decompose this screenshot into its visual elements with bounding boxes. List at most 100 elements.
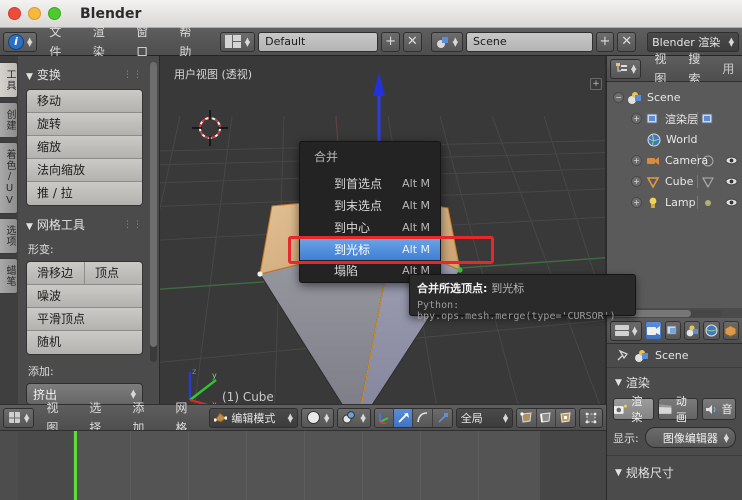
viewport-corner-widget[interactable]: + bbox=[590, 78, 602, 90]
tab-shading-uv[interactable]: 着色/UV bbox=[0, 142, 18, 214]
menu-item-merge-at-last[interactable]: 到末选点 Alt M bbox=[300, 194, 440, 216]
tool-shelf-tabs: 工具 创建 着色/UV 选项 蜡笔 bbox=[0, 56, 18, 430]
render-animation-button[interactable]: 动画 bbox=[657, 395, 698, 424]
tool-shelf-scrollbar[interactable] bbox=[150, 62, 157, 362]
delete-scene-button[interactable]: ✕ bbox=[617, 31, 637, 52]
tool-vertex-slide[interactable]: 顶点 bbox=[85, 262, 142, 284]
display-mode-dropdown[interactable]: 图像编辑器 ▲ ▼ bbox=[644, 427, 736, 448]
expand-icon[interactable]: + bbox=[631, 176, 642, 187]
pivot-point-dropdown[interactable]: ▲ ▼ bbox=[337, 407, 371, 428]
transform-manip-icon[interactable] bbox=[374, 408, 395, 427]
scale-manip-icon[interactable] bbox=[432, 408, 452, 427]
timeline-left-gutter bbox=[0, 431, 18, 500]
scene-name-field[interactable]: Scene bbox=[466, 31, 593, 52]
highlight-annotation-box bbox=[288, 236, 494, 264]
panel-header-transform[interactable]: ▼ 变换 ⋮⋮ bbox=[26, 66, 143, 83]
screen-layout-name[interactable]: Default bbox=[258, 31, 379, 52]
tool-edge-slide[interactable]: 滑移边 bbox=[27, 262, 85, 284]
tool-smooth-vertex[interactable]: 平滑顶点 bbox=[27, 308, 142, 331]
outliner-row-scene[interactable]: − Scene bbox=[607, 87, 742, 108]
eye-icon[interactable] bbox=[725, 154, 738, 167]
outliner-row-camera[interactable]: + Camera bbox=[607, 150, 742, 171]
outliner-row-renderlayers[interactable]: + 渲染层 bbox=[607, 108, 742, 129]
tool-scale[interactable]: 缩放 bbox=[27, 136, 142, 159]
speaker-icon bbox=[705, 404, 715, 414]
limit-selection-toggle[interactable] bbox=[578, 407, 603, 428]
divider bbox=[607, 455, 742, 456]
menu-item-merge-at-center[interactable]: 到中心 Alt M bbox=[300, 216, 440, 238]
editor-type-selector-view3d[interactable]: ▲ ▼ bbox=[3, 407, 35, 428]
properties-section-dimensions[interactable]: ▼ 规格尺寸 bbox=[607, 458, 742, 486]
renderlayer-icon[interactable] bbox=[701, 112, 715, 126]
outliner-row-lamp[interactable]: + Lamp bbox=[607, 192, 742, 213]
mesh-data-icon[interactable] bbox=[701, 175, 715, 189]
chevron-updown-icon: ▲ ▼ bbox=[27, 35, 33, 48]
tooltip-title: 合并所选顶点: 到光标 bbox=[417, 280, 628, 296]
camera-data-icon[interactable] bbox=[701, 154, 715, 168]
menu-item-label: 到末选点 bbox=[334, 198, 383, 213]
properties-section-render[interactable]: ▼ 渲染 bbox=[607, 368, 742, 396]
label-deform: 形变: bbox=[28, 243, 54, 256]
editor-type-selector-outliner[interactable]: ▲ ▼ bbox=[610, 58, 642, 79]
editor-type-selector-info[interactable]: i ▲ ▼ bbox=[3, 31, 38, 52]
world-tab[interactable] bbox=[703, 321, 720, 340]
tool-randomize[interactable]: 随机 bbox=[27, 331, 142, 354]
tab-tools[interactable]: 工具 bbox=[0, 62, 18, 98]
translate-manip-icon[interactable] bbox=[394, 408, 414, 427]
tab-options[interactable]: 选项 bbox=[0, 218, 18, 254]
mesh-deform-button-group: 滑移边 顶点 噪波 平滑顶点 随机 bbox=[26, 261, 143, 355]
scene-datablock-selector[interactable]: ▲ ▼ bbox=[430, 31, 464, 52]
tab-grease-pencil[interactable]: 蜡笔 bbox=[0, 258, 18, 294]
rotate-manip-icon[interactable] bbox=[413, 408, 433, 427]
add-screen-layout-button[interactable]: + bbox=[381, 31, 400, 52]
window-maximize-button[interactable] bbox=[48, 7, 61, 20]
timeline-editor[interactable] bbox=[0, 430, 606, 500]
render-tab[interactable] bbox=[645, 321, 662, 340]
object-tab[interactable] bbox=[722, 321, 740, 340]
panel-header-mesh-tools[interactable]: ▼ 网格工具 ⋮⋮ bbox=[26, 216, 143, 233]
renderlayers-tab[interactable] bbox=[664, 321, 682, 340]
collapse-icon[interactable]: − bbox=[613, 92, 624, 103]
timeline-playhead[interactable] bbox=[74, 431, 77, 500]
outliner-row-world[interactable]: World bbox=[607, 129, 742, 150]
interaction-mode-dropdown[interactable]: 编辑模式 ▲ ▼ bbox=[209, 407, 299, 428]
limit-selection-icon bbox=[585, 412, 597, 423]
tool-edge-slide-vertex-row: 滑移边 顶点 bbox=[27, 262, 142, 285]
expand-icon[interactable]: + bbox=[631, 197, 642, 208]
expand-icon[interactable]: + bbox=[631, 155, 642, 166]
window-close-button[interactable] bbox=[8, 7, 21, 20]
menu-item-merge-at-first[interactable]: 到首选点 Alt M bbox=[300, 172, 440, 194]
menu-item-label: 到中心 bbox=[334, 220, 371, 235]
vertex-select-icon[interactable] bbox=[517, 408, 537, 427]
panel-grip-icon: ⋮⋮ bbox=[123, 219, 143, 230]
tool-shrink-fatten[interactable]: 法向缩放 bbox=[27, 159, 142, 182]
outliner-menu-extra[interactable]: 用 bbox=[713, 59, 742, 79]
screen-layout-selector[interactable]: ▲ ▼ bbox=[219, 31, 256, 52]
scene-tab[interactable] bbox=[684, 321, 701, 340]
tool-noise[interactable]: 噪波 bbox=[27, 285, 142, 308]
render-image-button[interactable]: 渲染 bbox=[613, 395, 654, 424]
pin-icon[interactable] bbox=[615, 349, 629, 363]
tool-push-pull[interactable]: 推 / 拉 bbox=[27, 182, 142, 205]
render-engine-label: Blender 渲染 bbox=[652, 35, 721, 49]
transform-orientation-dropdown[interactable]: 全局 ▲ ▼ bbox=[455, 407, 514, 428]
expand-icon[interactable]: + bbox=[631, 113, 642, 124]
editor-type-selector-properties[interactable]: ▲ ▼ bbox=[610, 320, 643, 341]
tab-create[interactable]: 创建 bbox=[0, 102, 18, 138]
add-scene-button[interactable]: + bbox=[595, 31, 615, 52]
window-minimize-button[interactable] bbox=[28, 7, 41, 20]
eye-icon[interactable] bbox=[725, 196, 738, 209]
tool-translate[interactable]: 移动 bbox=[27, 90, 142, 113]
eye-icon[interactable] bbox=[725, 175, 738, 188]
face-select-icon[interactable] bbox=[555, 408, 575, 427]
outliner-row-cube[interactable]: + Cube bbox=[607, 171, 742, 192]
edge-select-icon[interactable] bbox=[536, 408, 556, 427]
delete-screen-layout-button[interactable]: ✕ bbox=[402, 31, 422, 52]
tool-shelf: 工具 创建 着色/UV 选项 蜡笔 ▼ 变换 ⋮⋮ 移动 旋转 缩放 法向缩放 推… bbox=[0, 56, 160, 430]
viewport-shading-dropdown[interactable]: ▲ ▼ bbox=[301, 407, 335, 428]
display-mode-row: 显示: 图像编辑器 ▲ ▼ bbox=[607, 422, 742, 453]
render-audio-button[interactable]: 音 bbox=[702, 398, 736, 420]
tool-rotate[interactable]: 旋转 bbox=[27, 113, 142, 136]
menu-item-shortcut: Alt M bbox=[402, 176, 430, 190]
lamp-data-icon[interactable] bbox=[701, 196, 715, 210]
